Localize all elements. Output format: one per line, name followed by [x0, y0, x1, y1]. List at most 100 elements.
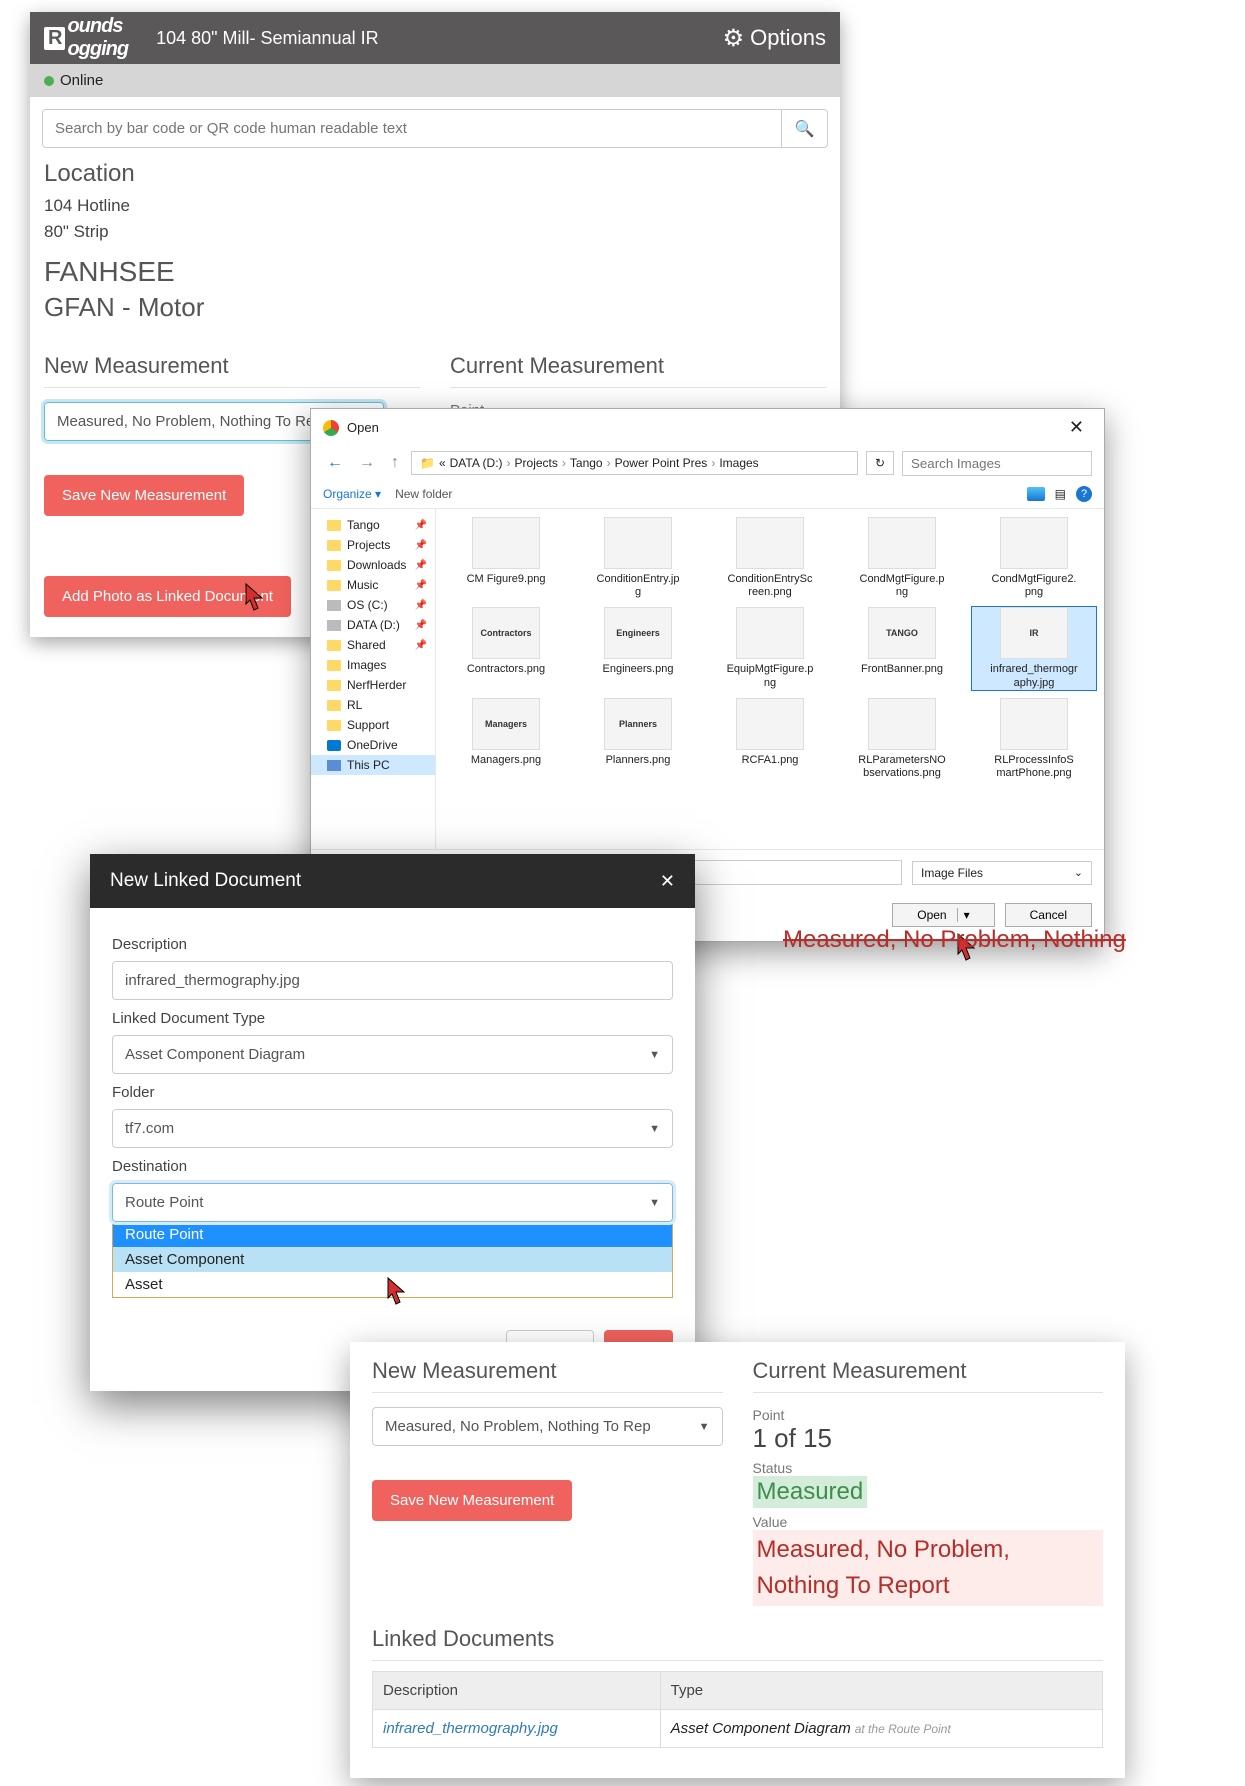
file-grid: CM Figure9.pngConditionEntry.jpg Conditio… [436, 509, 1104, 849]
description-input[interactable] [112, 961, 673, 1000]
tree-item[interactable]: NerfHerder [311, 675, 435, 695]
view-icon[interactable] [1027, 487, 1045, 501]
filetype-select[interactable]: Image Files ⌄ [912, 861, 1092, 885]
type-label: Linked Document Type [112, 1010, 673, 1027]
destination-select[interactable]: Route Point ▼ [112, 1183, 673, 1222]
folder-select[interactable]: tf7.com ▼ [112, 1109, 673, 1148]
folder-icon [327, 540, 341, 551]
file-item[interactable]: CondMgtFigure2.png [972, 517, 1096, 599]
search-button[interactable]: 🔍 [782, 109, 828, 148]
tree-item[interactable]: Support [311, 715, 435, 735]
status-label: Status [753, 1460, 1104, 1476]
file-name: Managers.png [471, 754, 541, 767]
cancel-button[interactable]: Cancel [1005, 903, 1092, 927]
pin-icon: 📌 [415, 520, 427, 531]
thumbnail: Planners [604, 698, 672, 750]
tree-item[interactable]: Music📌 [311, 575, 435, 595]
search-input[interactable] [42, 109, 782, 148]
file-name: ConditionEntryScreen.png [726, 573, 814, 599]
thumbnail [868, 698, 936, 750]
linked-documents-table: Description Type infrared_thermography.j… [372, 1671, 1103, 1748]
thumbnail: Contractors [472, 607, 540, 659]
file-item[interactable]: CM Figure9.png [444, 517, 568, 599]
tree-item[interactable]: Projects📌 [311, 535, 435, 555]
disk-icon [327, 600, 341, 611]
organize-button[interactable]: Organize ▾ [323, 487, 381, 501]
dialog-nav: ← → ↑ 📁 « DATA (D:)› Projects› Tango› Po… [311, 446, 1104, 480]
tree-item[interactable]: Images [311, 655, 435, 675]
caret-down-icon: ▾ [957, 908, 970, 922]
thumbnail [604, 517, 672, 569]
measurement-select[interactable]: Measured, No Problem, Nothing To Rep ▼ [372, 1407, 723, 1446]
pin-icon: 📌 [415, 640, 427, 651]
file-item[interactable]: TANGOFrontBanner.png [840, 607, 964, 689]
file-item[interactable]: RLProcessInfoSmartPhone.png [972, 698, 1096, 780]
breadcrumb[interactable]: 📁 « DATA (D:)› Projects› Tango› Power Po… [411, 451, 858, 475]
table-header: Type [660, 1672, 1102, 1710]
file-item[interactable]: CondMgtFigure.png [840, 517, 964, 599]
file-name: Planners.png [606, 754, 671, 767]
file-name: CondMgtFigure2.png [990, 573, 1078, 599]
search-icon: 🔍 [795, 119, 815, 139]
linked-documents-heading: Linked Documents [372, 1626, 1103, 1661]
file-item[interactable]: Planners Planners.png [576, 698, 700, 780]
tree-item[interactable]: RL [311, 695, 435, 715]
file-item[interactable]: ConditionEntry.jpg [576, 517, 700, 599]
status-bar: Online [30, 64, 840, 97]
folder-icon [327, 680, 341, 691]
close-icon[interactable]: ✕ [660, 871, 675, 892]
tree-item[interactable]: Downloads📌 [311, 555, 435, 575]
point-value: 1 of 15 [753, 1423, 1104, 1454]
table-row: infrared_thermography.jpg Asset Componen… [373, 1710, 1103, 1748]
asset-sub: GFAN - Motor [44, 292, 826, 323]
caret-down-icon: ⌄ [1074, 866, 1083, 880]
point-label: Point [753, 1407, 1104, 1423]
tree-item[interactable]: This PC [311, 755, 435, 775]
refresh-icon[interactable]: ↻ [866, 451, 894, 475]
file-item[interactable]: EngineersEngineers.png [576, 607, 700, 689]
pin-icon: 📌 [415, 580, 427, 591]
file-item[interactable]: IRinfrared_thermography.jpg [972, 607, 1096, 689]
new-measurement-heading: New Measurement [372, 1358, 723, 1393]
dialog-search-input[interactable] [902, 451, 1092, 476]
cursor-icon [238, 582, 268, 618]
file-name: FrontBanner.png [861, 663, 943, 676]
file-name: EquipMgtFigure.png [726, 663, 814, 689]
options-button[interactable]: ⚙ Options [723, 24, 826, 53]
cursor-icon [380, 1276, 410, 1312]
help-icon[interactable]: ? [1076, 486, 1092, 502]
dropdown-item[interactable]: Route Point [113, 1222, 672, 1247]
save-measurement-button[interactable]: Save New Measurement [44, 475, 244, 516]
document-link[interactable]: infrared_thermography.jpg [383, 1720, 558, 1737]
back-arrow-icon[interactable]: ← [323, 450, 347, 476]
tree-item[interactable]: OneDrive [311, 735, 435, 755]
up-arrow-icon[interactable]: ↑ [387, 450, 403, 476]
new-folder-button[interactable]: New folder [395, 487, 452, 501]
dropdown-item[interactable]: Asset Component [113, 1247, 672, 1272]
asset-name: FANHSEE [44, 256, 826, 288]
file-item[interactable]: Managers Managers.png [444, 698, 568, 780]
close-icon[interactable]: ✕ [1061, 417, 1092, 438]
caret-down-icon: ▼ [649, 1123, 660, 1135]
open-button[interactable]: Open ▾ [892, 903, 994, 927]
thumbnail [736, 607, 804, 659]
save-measurement-button[interactable]: Save New Measurement [372, 1480, 572, 1521]
file-item[interactable]: RLParametersNObservations.png [840, 698, 964, 780]
tree-item[interactable]: Shared📌 [311, 635, 435, 655]
file-name: RLProcessInfoSmartPhone.png [990, 754, 1078, 780]
tree-item[interactable]: DATA (D:)📌 [311, 615, 435, 635]
folder-icon [327, 700, 341, 711]
tree-item[interactable]: Tango📌 [311, 515, 435, 535]
file-item[interactable]: ContractorsContractors.png [444, 607, 568, 689]
file-item[interactable]: RCFA1.png [708, 698, 832, 780]
tree-item[interactable]: OS (C:)📌 [311, 595, 435, 615]
thumbnail [472, 517, 540, 569]
file-item[interactable]: EquipMgtFigure.png [708, 607, 832, 689]
forward-arrow-icon[interactable]: → [355, 450, 379, 476]
view-list-icon[interactable]: ▤ [1055, 487, 1066, 501]
thumbnail: Managers [472, 698, 540, 750]
type-select[interactable]: Asset Component Diagram ▼ [112, 1035, 673, 1074]
app-header: Roundsogging 104 80" Mill- Semiannual IR… [30, 12, 840, 64]
file-name: RLParametersNObservations.png [858, 754, 946, 780]
file-item[interactable]: ConditionEntryScreen.png [708, 517, 832, 599]
